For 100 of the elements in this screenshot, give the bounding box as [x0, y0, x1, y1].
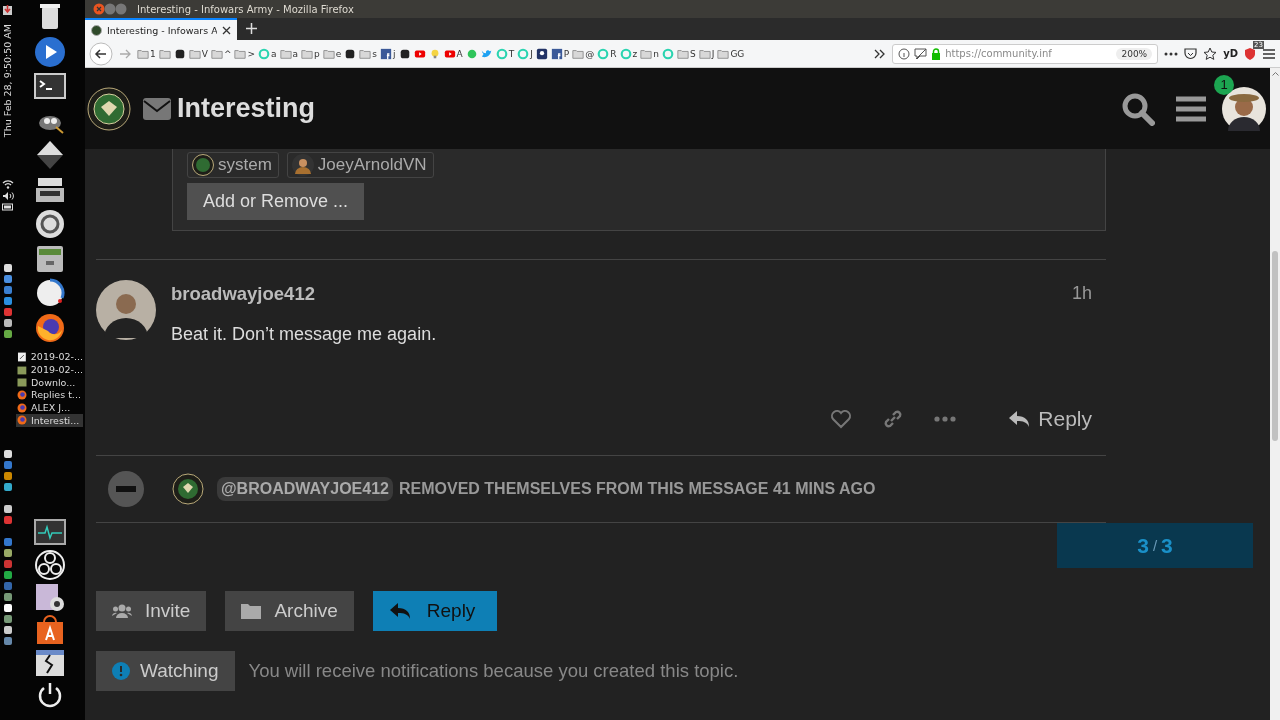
bookmark-folder[interactable]: n: [640, 47, 659, 60]
bookmark[interactable]: j: [380, 47, 396, 60]
firefox-icon[interactable]: [34, 311, 66, 344]
back-button[interactable]: [89, 41, 113, 66]
settings-icon[interactable]: [34, 208, 66, 240]
tray-app-icon[interactable]: [2, 481, 13, 492]
tray-app-icon[interactable]: [2, 470, 13, 481]
window-list-item[interactable]: Downlo...: [16, 375, 83, 389]
tray-app-icon[interactable]: [2, 274, 13, 285]
tray-app-icon[interactable]: [2, 329, 13, 340]
more-button[interactable]: [934, 416, 957, 422]
bookmark-folder[interactable]: GG: [717, 47, 745, 60]
bookmark[interactable]: J: [517, 47, 533, 60]
site-icon[interactable]: [398, 47, 411, 60]
tray-app-icon[interactable]: [2, 318, 13, 329]
participant-tag[interactable]: system: [187, 152, 279, 178]
tray-app-icon[interactable]: [2, 547, 13, 558]
site-icon[interactable]: [344, 47, 357, 60]
close-icon[interactable]: [222, 25, 231, 35]
window-list-item[interactable]: Interesti...: [16, 413, 83, 427]
ring-icon[interactable]: [34, 549, 66, 582]
window-controls-icon[interactable]: [93, 3, 127, 15]
volume-icon[interactable]: [1, 191, 14, 202]
menu-icon[interactable]: [1176, 95, 1206, 122]
terminal-icon[interactable]: [34, 70, 66, 102]
overflow-chevron-icon[interactable]: [874, 48, 887, 59]
bookmark-folder[interactable]: p: [301, 47, 320, 60]
browser-tab[interactable]: Interesting - Infowars A: [85, 18, 237, 40]
bookmark[interactable]: P: [550, 47, 570, 60]
tray-app-icon[interactable]: [2, 602, 13, 613]
blocked-icon[interactable]: [914, 47, 928, 60]
bookmark-folder[interactable]: e: [322, 47, 342, 60]
wifi-icon[interactable]: [1, 179, 14, 190]
participant-tag[interactable]: JoeyArnoldVN: [286, 152, 434, 178]
archive-button[interactable]: Archive: [225, 591, 354, 631]
bookmark-folder[interactable]: S: [677, 47, 696, 60]
star-icon[interactable]: [1203, 47, 1218, 60]
more-icon[interactable]: [1164, 51, 1179, 56]
like-button[interactable]: [830, 409, 853, 429]
url-field[interactable]: https://community.inf 200%: [892, 43, 1159, 64]
bookmark-folder[interactable]: V: [188, 47, 208, 60]
tray-app-icon[interactable]: [2, 569, 13, 580]
topic-title[interactable]: Interesting: [177, 93, 316, 124]
window-list-item[interactable]: 2019-02-...: [16, 363, 83, 376]
diamond-icon[interactable]: [34, 139, 66, 171]
window-list-item[interactable]: ALEX J...: [16, 401, 83, 414]
site-icon[interactable]: [535, 47, 548, 60]
bookmark-folder[interactable]: >: [234, 47, 255, 60]
search-icon[interactable]: [1121, 91, 1155, 126]
bookmark-folder[interactable]: J: [698, 47, 715, 60]
clock: Thu Feb 28, 9:50:50 AM: [2, 24, 13, 138]
tray-app-icon[interactable]: [2, 263, 13, 274]
bookmark-folder[interactable]: s: [359, 47, 377, 60]
window-list-item[interactable]: 2019-02-...: [16, 350, 83, 364]
bookmark[interactable]: z: [619, 47, 638, 60]
info-icon[interactable]: [898, 47, 911, 60]
extension-button[interactable]: yD: [1223, 48, 1238, 59]
download-icon[interactable]: [2, 4, 13, 16]
site-icon[interactable]: [173, 47, 186, 60]
shopping-bag-icon[interactable]: [34, 614, 66, 647]
tray-app-icon[interactable]: [2, 296, 13, 307]
user-avatar[interactable]: [96, 280, 156, 340]
bookmark[interactable]: A: [443, 47, 463, 60]
new-tab-icon[interactable]: [246, 23, 257, 34]
bookmark[interactable]: a: [258, 47, 277, 60]
scroll-up-icon[interactable]: [1271, 71, 1279, 76]
tray-app-icon[interactable]: [2, 448, 13, 459]
tray-app-icon[interactable]: [2, 624, 13, 635]
folder-icon: [677, 47, 689, 60]
invite-button[interactable]: Invite: [96, 591, 207, 631]
scrollbar[interactable]: [1270, 68, 1280, 720]
bookmark-folder[interactable]: ^: [210, 47, 232, 60]
bookmark[interactable]: T: [495, 47, 515, 60]
post-time[interactable]: 1h: [1071, 283, 1092, 305]
mention-link[interactable]: @BROADWAYJOE412: [217, 477, 393, 501]
tray-app-icon[interactable]: [2, 591, 13, 602]
menu-icon[interactable]: [1262, 47, 1276, 60]
window-list-item[interactable]: Replies t...: [16, 388, 83, 402]
user-avatar[interactable]: [172, 473, 204, 505]
timeline-progress[interactable]: 3 / 3: [1057, 523, 1253, 568]
bookmark-folder[interactable]: a: [279, 47, 299, 60]
play-icon[interactable]: [34, 35, 66, 68]
tray-app-icon[interactable]: [2, 503, 13, 514]
scrollbar-thumb[interactable]: [1272, 251, 1278, 441]
globe-icon[interactable]: [34, 277, 66, 309]
battery-icon[interactable]: [1, 203, 14, 212]
add-or-remove-button[interactable]: Add or Remove ...: [187, 183, 365, 220]
username[interactable]: broadwayjoe412: [171, 283, 315, 305]
reply-button[interactable]: Reply: [1008, 407, 1092, 431]
zoom-badge[interactable]: 200%: [1116, 47, 1153, 60]
shield-icon[interactable]: [1244, 47, 1256, 60]
pocket-icon[interactable]: [1184, 47, 1198, 60]
tray-app-icon[interactable]: [2, 613, 13, 624]
webcam-icon[interactable]: [34, 581, 66, 614]
bookmark-folder[interactable]: @: [572, 47, 595, 60]
seal-logo[interactable]: [87, 86, 131, 131]
reply-button[interactable]: Reply: [372, 591, 498, 631]
bookmark[interactable]: R: [597, 47, 617, 60]
bookmark-folder[interactable]: 1: [137, 47, 156, 60]
notification-level-button[interactable]: Watching: [96, 651, 235, 691]
